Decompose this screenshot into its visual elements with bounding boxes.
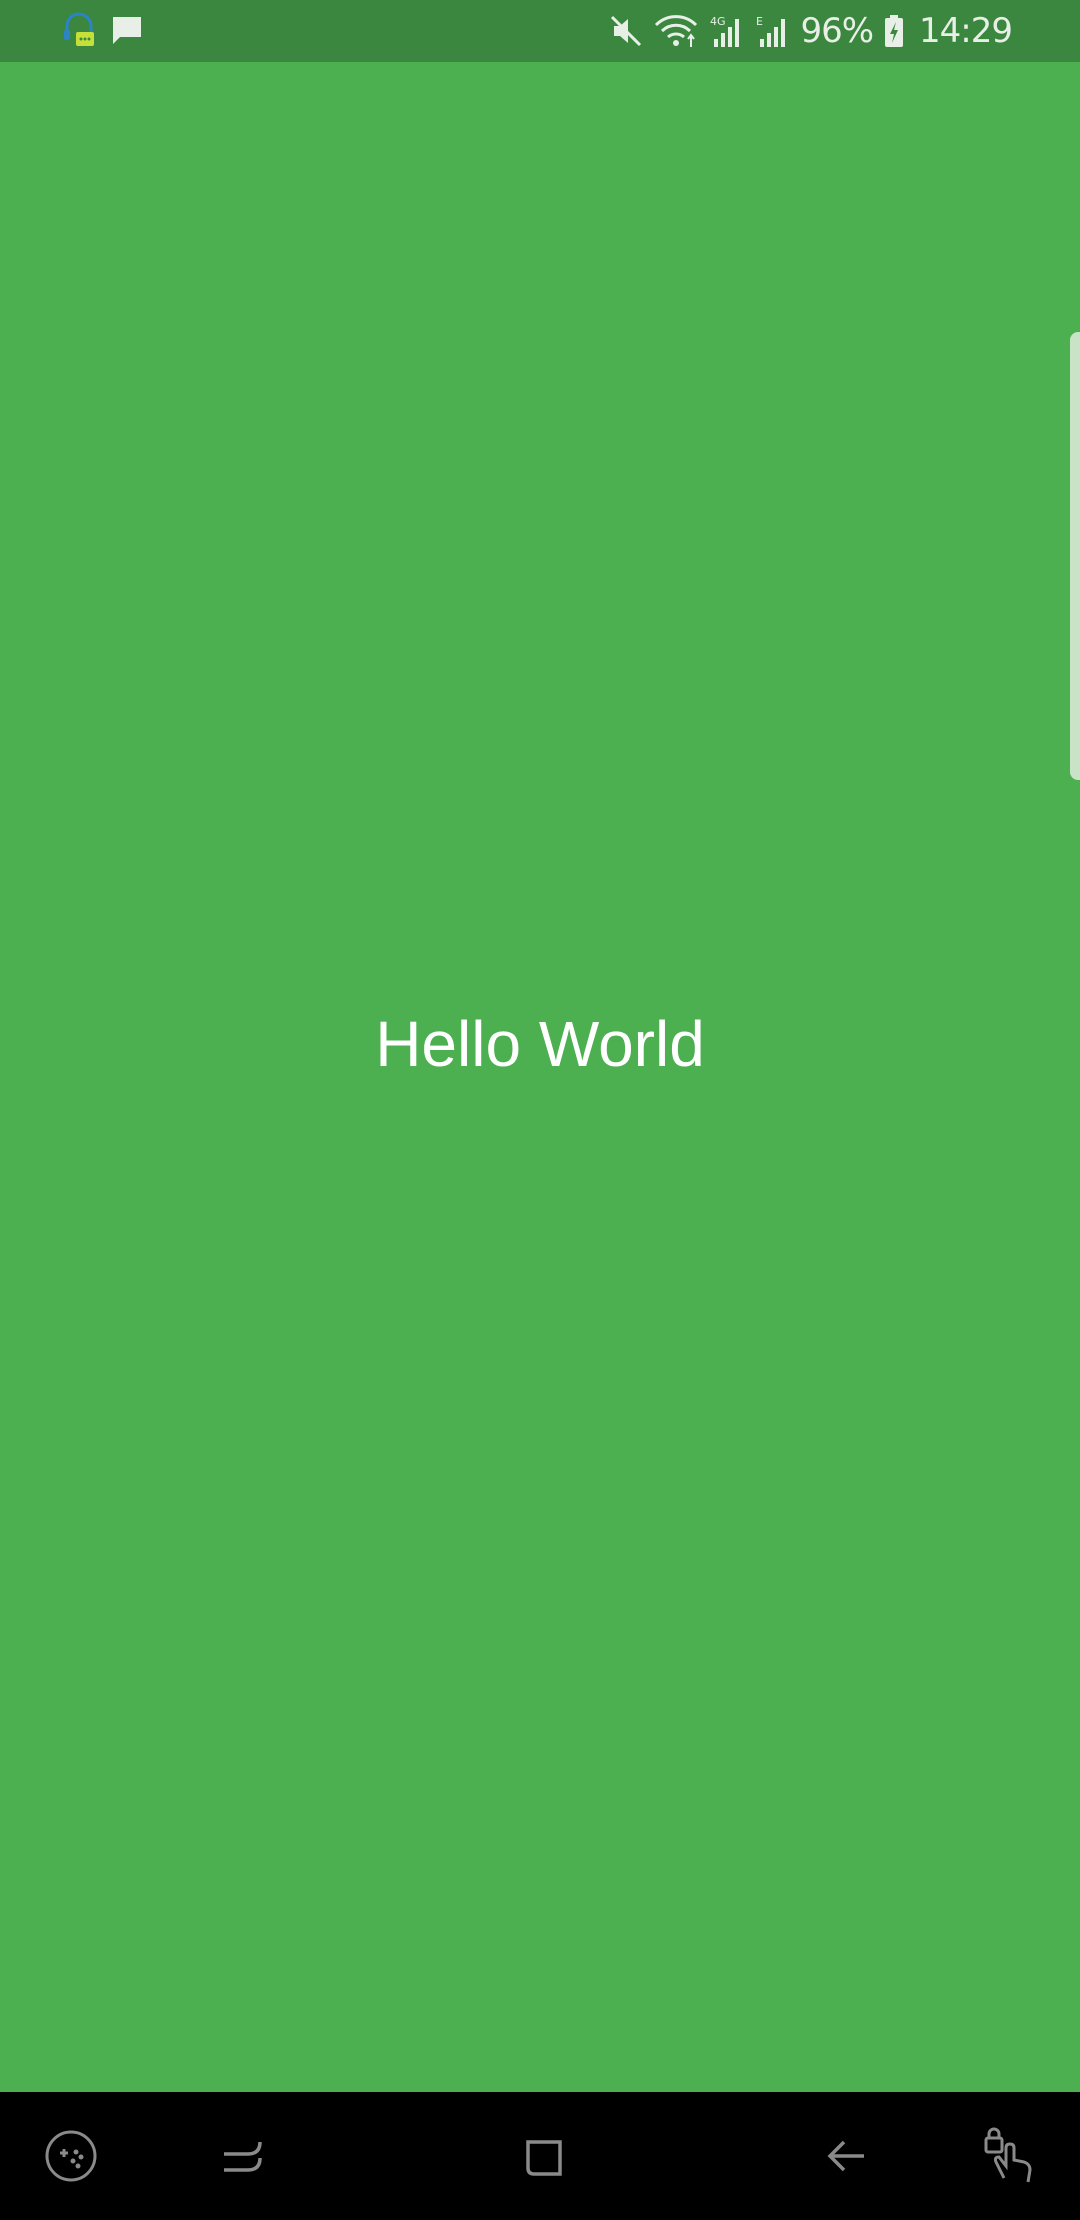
clock: 14:29 [919, 11, 1013, 51]
hello-world-text: Hello World [375, 1008, 705, 1080]
touch-lock-icon[interactable] [972, 2118, 1048, 2194]
svg-text:E: E [756, 15, 763, 28]
main-content: Hello World [0, 62, 1080, 2092]
message-icon [110, 14, 144, 48]
signal-4g-icon: 4G [708, 13, 744, 49]
wifi-icon [654, 13, 698, 49]
battery-charging-icon [883, 13, 905, 49]
app-screen: 4G E 96% 14:29 Hello World [0, 0, 1080, 2220]
status-left-icons [62, 10, 144, 52]
svg-text:4G: 4G [710, 15, 726, 28]
headset-notification-icon [62, 12, 96, 50]
recent-apps-icon[interactable] [204, 2118, 280, 2194]
home-icon[interactable] [506, 2118, 582, 2194]
back-icon[interactable] [808, 2118, 884, 2194]
navigation-bar [0, 2092, 1080, 2220]
mute-icon [608, 13, 644, 49]
battery-percent: 96% [800, 11, 874, 51]
game-tools-icon[interactable] [33, 2118, 109, 2194]
status-right-icons: 4G E 96% 14:29 [608, 0, 1013, 62]
status-bar: 4G E 96% 14:29 [0, 0, 1080, 62]
signal-e-icon: E [754, 13, 790, 49]
